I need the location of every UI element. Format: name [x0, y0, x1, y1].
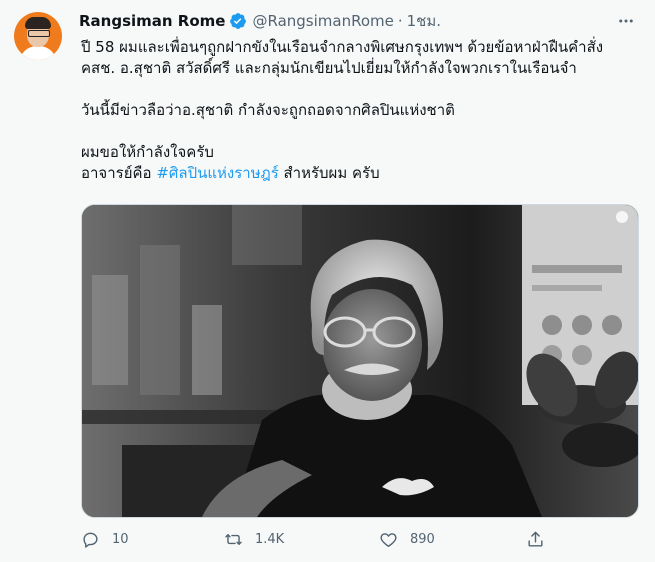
author-handle[interactable]: @RangsimanRome: [252, 12, 393, 30]
tweet-header: Rangsiman Rome @RangsimanRome · 1ชม.: [79, 10, 441, 32]
retweet-icon: [225, 534, 242, 545]
tweet-text-line: ปี 58 ผมและเพื่อนๆถูกฝากขังในเรือนจำกลาง…: [81, 38, 604, 56]
reply-button[interactable]: 10: [81, 530, 129, 549]
tweet-photo[interactable]: [81, 204, 639, 518]
tweet-text-line: ผมขอให้กำลังใจครับ: [81, 143, 214, 161]
avatar-glasses: [28, 30, 50, 37]
verified-badge-icon: [230, 13, 247, 29]
tweet[interactable]: Rangsiman Rome @RangsimanRome · 1ชม. ปี …: [0, 0, 655, 562]
text-segment: อาจารย์คือ: [81, 164, 157, 182]
like-icon: [380, 533, 397, 547]
retweet-button[interactable]: 1.4K: [224, 530, 284, 549]
tweet-text-line: อาจารย์คือ #ศิลปินแห่งราษฎร์ สำหรับผม คร…: [81, 163, 641, 184]
text-segment: สำหรับผม ครับ: [278, 164, 380, 182]
tweet-timestamp[interactable]: 1ชม.: [407, 9, 441, 33]
tweet-text-line: คสช. อ.สุชาติ สวัสดิ์ศรี และกลุ่มนักเขีย…: [81, 59, 577, 77]
tweet-text: ปี 58 ผมและเพื่อนๆถูกฝากขังในเรือนจำกลาง…: [81, 37, 641, 184]
share-icon: [528, 531, 543, 547]
reply-icon: [83, 532, 98, 548]
like-button[interactable]: 890: [379, 530, 435, 549]
hashtag-link[interactable]: #ศิลปินแห่งราษฎร์: [156, 164, 278, 182]
photo-image: [82, 205, 638, 517]
share-button[interactable]: [526, 530, 557, 549]
tweet-actions: 10 1.4K 890: [81, 530, 601, 554]
reply-count: 10: [112, 532, 129, 547]
avatar[interactable]: [14, 12, 62, 60]
author-display-name[interactable]: Rangsiman Rome: [79, 12, 225, 30]
retweet-count: 1.4K: [255, 532, 285, 547]
avatar-hair: [25, 17, 51, 29]
tweet-text-line: วันนี้มีข่าวลือว่าอ.สุชาติ กำลังจะถูกถอด…: [81, 101, 455, 119]
like-count: 890: [410, 532, 435, 547]
more-options-icon[interactable]: [615, 10, 637, 32]
separator-dot: ·: [397, 12, 403, 30]
avatar-shirt: [19, 46, 57, 60]
